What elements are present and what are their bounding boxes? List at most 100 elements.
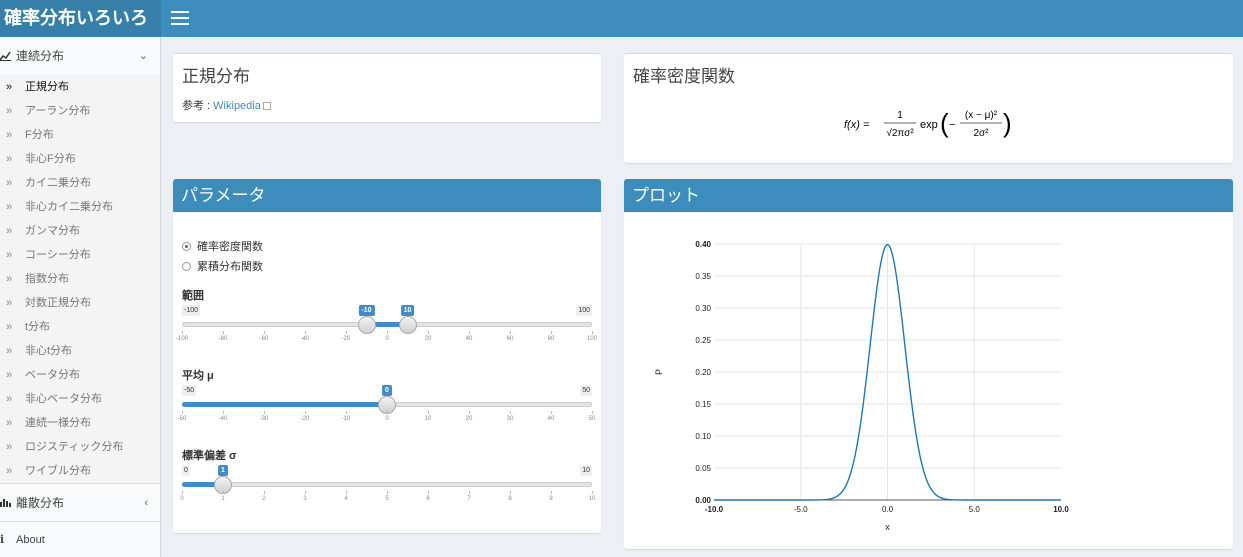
slider-tick-label: 1: [221, 496, 225, 502]
sidebar-item[interactable]: » ベータ分布: [0, 363, 160, 387]
radio-cdf[interactable]: 累積分布関数: [182, 258, 263, 274]
menu-about-label: About: [16, 534, 45, 546]
double-chevron-right-icon: »: [6, 273, 13, 285]
radio-pdf-label: 確率密度関数: [197, 241, 263, 253]
sidebar-item[interactable]: » コーシー分布: [0, 243, 160, 267]
sidebar-item-label: カイ二乗分布: [25, 177, 91, 189]
slider-value-tag: 10: [400, 305, 415, 316]
radio-pdf[interactable]: 確率密度関数: [182, 238, 263, 254]
slider-tick-mark: [428, 411, 429, 414]
formula-exp: exp: [920, 119, 938, 131]
slider-tick-mark: [387, 491, 388, 494]
slider-tick-mark: [510, 411, 511, 414]
pdf-box: 確率密度関数 f(x) = 1 √2πσ² exp ( − (x − μ)² 2…: [624, 53, 1233, 163]
radio-pdf-circle[interactable]: [182, 242, 191, 251]
slider-tick-mark: [469, 411, 470, 414]
slider-tick-mark: [428, 491, 429, 494]
slider-tick-label: -60: [259, 336, 269, 342]
sidebar-item[interactable]: » 非心ベータ分布: [0, 387, 160, 411]
y-axis-label: P: [654, 369, 664, 375]
sidebar-item[interactable]: » F分布: [0, 123, 160, 147]
bar-chart-icon: [0, 499, 11, 507]
slider-tick-mark: [428, 331, 429, 334]
info-icon: ℹ: [0, 534, 5, 546]
sidebar-item[interactable]: » 連続一様分布: [0, 411, 160, 435]
slider-tick-label: 20: [424, 336, 432, 342]
sidebar-item[interactable]: » ロジスティック分布: [0, 435, 160, 459]
formula-minus: −: [949, 119, 955, 131]
double-chevron-right-icon: »: [6, 105, 13, 117]
slider-tick-label: -30: [259, 416, 269, 422]
sidebar-item-label: 非心カイ二乗分布: [25, 201, 113, 213]
slider-tick-label: 20: [465, 416, 473, 422]
y-tick-label: 0.40: [695, 240, 711, 249]
sidebar-item[interactable]: » 非心カイ二乗分布: [0, 195, 160, 219]
app-logo[interactable]: 確率分布いろいろ: [0, 0, 161, 37]
slider-ticks: -100 -80 -60 -40 -20 0 20 40 60 80 100: [176, 331, 597, 345]
sidebar-item[interactable]: » 対数正規分布: [0, 291, 160, 315]
sidebar-item[interactable]: » 非心F分布: [0, 147, 160, 171]
y-tick-label: 0.00: [695, 496, 711, 505]
slider-tick-label: -40: [300, 336, 310, 342]
sd-label: 標準偏差 σ: [182, 450, 237, 462]
slider-tick-label: -100: [175, 336, 189, 342]
wikipedia-link[interactable]: Wikipedia: [213, 100, 261, 112]
slider-tick-mark: [387, 331, 388, 334]
slider-tick-mark: [264, 491, 265, 494]
slider-tick-mark: [346, 331, 347, 334]
menu-discrete[interactable]: 離散分布 ‹: [0, 483, 160, 521]
x-tick-label: -10.0: [705, 505, 724, 514]
slider-tick-mark: [592, 331, 593, 334]
double-chevron-right-icon: »: [6, 153, 13, 165]
slider-tick-label: 30: [506, 416, 514, 422]
sidebar-toggle-icon[interactable]: [171, 11, 189, 25]
sidebar-item[interactable]: » 指数分布: [0, 267, 160, 291]
double-chevron-right-icon: »: [6, 321, 13, 333]
plot-box-title: プロット: [624, 179, 1233, 212]
slider-track[interactable]: [182, 482, 592, 487]
slider-tick-mark: [592, 491, 593, 494]
sidebar-item[interactable]: » カイ二乗分布: [0, 171, 160, 195]
formula-inner-den: 2σ²: [973, 128, 989, 139]
sidebar-item[interactable]: » ワイブル分布: [0, 459, 160, 483]
slider-tick-label: 7: [467, 496, 471, 502]
sidebar-item-label: F分布: [25, 129, 54, 141]
slider-tick-label: 80: [547, 336, 555, 342]
menu-discrete-label: 離散分布: [16, 496, 65, 510]
double-chevron-right-icon: »: [6, 417, 13, 429]
slider-tick-mark: [182, 331, 183, 334]
slider-min-label: -50: [182, 385, 197, 396]
x-tick-label: 0.0: [882, 505, 894, 514]
radio-cdf-circle[interactable]: [182, 262, 191, 271]
sidebar-item-label: ベータ分布: [25, 369, 80, 381]
sidebar-item-label: 非心F分布: [25, 153, 76, 165]
params-box: パラメータ 確率密度関数 累積分布関数 範囲 -100 100 -10 10 -100-…: [173, 179, 601, 533]
x-tick-label: 5.0: [969, 505, 981, 514]
slider-tick-mark: [551, 331, 552, 334]
sidebar-item[interactable]: » 非心t分布: [0, 339, 160, 363]
sidebar-item-label: 連続一様分布: [25, 417, 91, 429]
sidebar-item[interactable]: » t分布: [0, 315, 160, 339]
slider-tick-label: 60: [506, 336, 514, 342]
range-slider[interactable]: -100 100 -10 10 -100 -80 -60 -40 -20 0 20 40 60 80 100: [176, 305, 597, 365]
reference-label: 参考 :: [182, 100, 214, 112]
slider-ticks: 0 1 2 3 4 5 6 7 8 9 10: [180, 491, 595, 505]
sidebar-item-label: 正規分布: [25, 81, 69, 93]
x-axis-label: x: [885, 522, 890, 532]
sidebar-item[interactable]: » 正規分布: [0, 75, 160, 99]
mean-slider[interactable]: -50 50 0 -50 -40 -30 -20 -10 0 10 20 30 40 50: [178, 385, 595, 445]
continuous-submenu: » 正規分布 » アーラン分布 » F分布 » 非心F分布 » カイ二乗分布 » 非心カイ二乗分布 » ガ…: [0, 75, 160, 483]
sidebar-item[interactable]: » アーラン分布: [0, 99, 160, 123]
x-tick-label: 10.0: [1053, 505, 1069, 514]
sidebar-item-label: 対数正規分布: [25, 297, 91, 309]
sd-slider[interactable]: 0 10 1 0 1 2 3 4 5 6 7 8 9 10: [180, 465, 595, 525]
sidebar-item-label: 指数分布: [25, 273, 69, 285]
slider-max-label: 100: [576, 305, 592, 316]
menu-about[interactable]: ℹ About: [0, 521, 160, 557]
sidebar-item[interactable]: » ガンマ分布: [0, 219, 160, 243]
menu-continuous[interactable]: 連続分布 ⌄: [0, 37, 160, 75]
slider-tick-label: 9: [549, 496, 553, 502]
formula-paren-left: (: [940, 108, 949, 138]
double-chevron-right-icon: »: [6, 81, 13, 93]
reference-line: 参考 : Wikipedia: [182, 97, 271, 113]
